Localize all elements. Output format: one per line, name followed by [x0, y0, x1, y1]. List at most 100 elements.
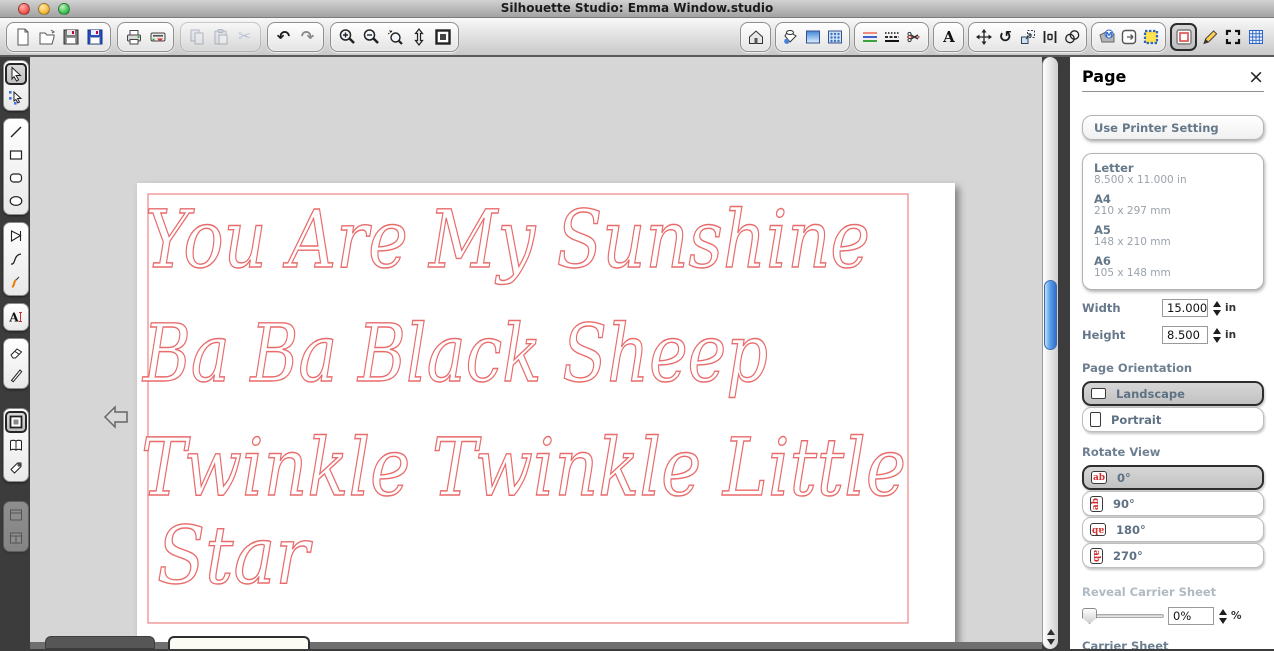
width-input[interactable] — [1162, 299, 1208, 317]
scale-icon — [1018, 27, 1038, 47]
modify-button[interactable] — [1061, 25, 1082, 49]
use-printer-setting-button[interactable]: Use Printer Setting — [1082, 115, 1264, 140]
curve-icon — [8, 251, 24, 267]
knife-tool[interactable] — [5, 364, 27, 386]
knife-icon — [8, 367, 24, 383]
line-color-button[interactable] — [859, 25, 880, 49]
reveal-stepper[interactable] — [1219, 609, 1227, 624]
print-button[interactable] — [122, 25, 145, 49]
freehand-icon — [8, 274, 24, 290]
cut-style-button[interactable] — [903, 25, 924, 49]
draw-line-tool[interactable] — [5, 121, 27, 143]
redo-button[interactable]: ↷ — [296, 25, 319, 49]
draw-polygon-tool[interactable] — [5, 225, 27, 247]
vertical-scrollbar[interactable] — [1042, 57, 1058, 649]
paper-size-option-a5[interactable]: A5 148 x 210 mm — [1094, 223, 1263, 248]
height-input[interactable] — [1162, 326, 1208, 344]
rotate-180-option[interactable]: ab 180° — [1082, 517, 1264, 542]
scrollbar-thumb[interactable] — [1044, 280, 1057, 350]
send-to-silhouette-button[interactable] — [146, 25, 169, 49]
width-stepper[interactable] — [1213, 301, 1221, 316]
text-object[interactable]: Ba Ba Black Sheep — [141, 307, 768, 400]
eraser-tool[interactable] — [5, 341, 27, 363]
text-object[interactable]: Star — [157, 509, 313, 602]
reveal-percent-input[interactable] — [1168, 607, 1214, 625]
draw-ellipse-tool[interactable] — [5, 190, 27, 212]
fill-group — [775, 22, 850, 52]
object-color-button[interactable] — [1140, 25, 1161, 49]
reveal-slider[interactable] — [1082, 608, 1164, 624]
height-stepper[interactable] — [1213, 328, 1221, 343]
fit-to-page-button[interactable] — [431, 25, 454, 49]
scale-button[interactable] — [1017, 25, 1038, 49]
home-button[interactable] — [745, 25, 766, 49]
spacing-icon — [1040, 27, 1060, 47]
svg-text:M: M — [1105, 30, 1112, 38]
document-page[interactable]: You Are My Sunshine Ba Ba Black Sheep Tw… — [137, 183, 955, 649]
line-style-button[interactable] — [881, 25, 902, 49]
scroll-up-icon[interactable] — [1047, 629, 1055, 635]
text-style-button[interactable]: A — [938, 25, 959, 49]
design-canvas[interactable]: You Are My Sunshine Ba Ba Black Sheep Tw… — [30, 57, 1042, 649]
slider-thumb[interactable] — [1082, 608, 1097, 624]
text-object[interactable]: Twinkle Twinkle Little — [141, 421, 906, 514]
offset-button[interactable] — [1118, 25, 1139, 49]
trace-button[interactable]: M — [1096, 25, 1117, 49]
open-document-icon — [37, 27, 57, 47]
document-tab-active[interactable] — [168, 636, 310, 649]
rotate-0-option[interactable]: ab 0° — [1082, 465, 1264, 490]
move-button[interactable] — [973, 25, 994, 49]
save-to-library-button[interactable] — [83, 25, 106, 49]
paste-button[interactable] — [209, 25, 232, 49]
draw-curve-tool[interactable] — [5, 248, 27, 270]
orientation-portrait-option[interactable]: Portrait — [1082, 407, 1264, 432]
collapse-panel-arrow-icon[interactable] — [102, 402, 132, 432]
open-document-button[interactable] — [35, 25, 58, 49]
zoom-selection-button[interactable] — [383, 25, 406, 49]
zoom-in-button[interactable] — [335, 25, 358, 49]
select-tool[interactable] — [5, 63, 27, 85]
store-tool[interactable] — [5, 457, 27, 479]
rotate-270-option[interactable]: ab 270° — [1082, 543, 1264, 568]
draw-freehand-tool[interactable] — [5, 271, 27, 293]
layout-single-tool[interactable] — [5, 504, 27, 526]
spacing-button[interactable] — [1039, 25, 1060, 49]
select-arrow-icon — [8, 66, 24, 82]
registration-marks-button[interactable] — [1222, 25, 1243, 49]
paper-size-option-letter[interactable]: Letter 8.500 x 11.000 in — [1094, 161, 1263, 186]
copy-button[interactable] — [185, 25, 208, 49]
rotate-view-label: Rotate View — [1082, 445, 1264, 459]
cut-button[interactable]: ✂ — [233, 25, 256, 49]
orientation-landscape-option[interactable]: Landscape — [1082, 381, 1264, 406]
text-object[interactable]: You Are My Sunshine — [145, 193, 870, 286]
paper-size-option-a6[interactable]: A6 105 x 148 mm — [1094, 254, 1263, 279]
grid-settings-button[interactable] — [1245, 25, 1266, 49]
sketch-pen-button[interactable] — [1199, 25, 1220, 49]
library-tool[interactable] — [5, 434, 27, 456]
page-tool[interactable] — [5, 411, 27, 433]
point-editing-tool[interactable] — [5, 86, 27, 108]
fill-color-button[interactable] — [780, 25, 801, 49]
zoom-window-button[interactable] — [58, 3, 70, 15]
drag-zoom-button[interactable] — [407, 25, 430, 49]
minimize-window-button[interactable] — [38, 3, 50, 15]
new-document-button[interactable] — [11, 25, 34, 49]
draw-rounded-rectangle-tool[interactable] — [5, 167, 27, 189]
layout-split-tool[interactable] — [5, 527, 27, 549]
rotate-90-option[interactable]: ab 90° — [1082, 491, 1264, 516]
save-document-button[interactable] — [59, 25, 82, 49]
page-tools-group — [1170, 23, 1266, 51]
close-window-button[interactable] — [18, 3, 30, 15]
undo-button[interactable]: ↶ — [272, 25, 295, 49]
close-panel-icon[interactable]: × — [1248, 70, 1264, 84]
fill-pattern-button[interactable] — [824, 25, 845, 49]
draw-rectangle-tool[interactable] — [5, 144, 27, 166]
rotate-button[interactable]: ↺ — [995, 25, 1016, 49]
text-tool[interactable]: A — [5, 306, 27, 328]
zoom-out-button[interactable] — [359, 25, 382, 49]
page-settings-button[interactable] — [1170, 23, 1197, 51]
fill-gradient-button[interactable] — [802, 25, 823, 49]
scroll-down-icon[interactable] — [1047, 639, 1055, 645]
paper-size-option-a4[interactable]: A4 210 x 297 mm — [1094, 192, 1263, 217]
document-tab[interactable] — [45, 636, 155, 649]
